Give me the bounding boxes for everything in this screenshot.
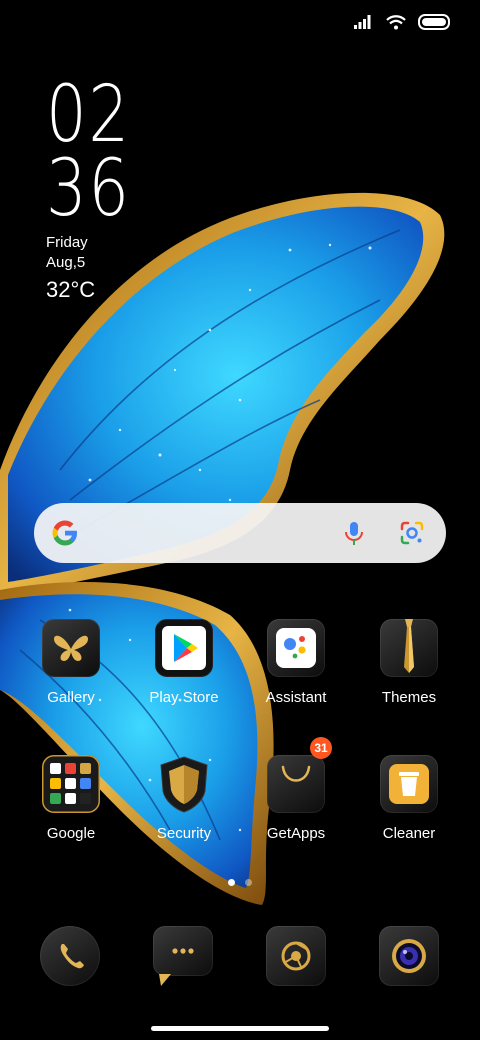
cellular-signal-icon — [354, 15, 371, 29]
home-screen: 02 36 Friday Aug,5 32°C Gallery Play Sto… — [0, 0, 480, 1040]
google-folder-icon — [42, 755, 100, 813]
wifi-icon — [386, 14, 406, 29]
page-dot-active[interactable] — [228, 879, 235, 886]
clock-date: Aug,5 — [46, 254, 86, 271]
butterfly-icon — [42, 619, 100, 677]
dock-camera[interactable] — [379, 926, 439, 986]
home-indicator[interactable] — [151, 1026, 329, 1031]
tie-icon — [380, 619, 438, 677]
app-label: Cleaner — [382, 825, 436, 842]
clock-day: Friday — [46, 234, 88, 251]
app-label: Gallery — [47, 689, 95, 706]
dock-browser[interactable] — [266, 926, 326, 986]
microphone-icon[interactable] — [340, 519, 368, 547]
app-getapps[interactable]: 31 GetApps — [246, 737, 346, 842]
clock-minute: 36 — [46, 144, 131, 234]
google-lens-icon[interactable] — [398, 519, 426, 547]
page-indicator — [228, 879, 252, 886]
app-label: Themes — [381, 689, 437, 706]
app-cleaner[interactable]: Cleaner — [359, 755, 459, 842]
app-label: Security — [156, 825, 212, 842]
play-store-icon — [155, 619, 213, 677]
notification-badge: 31 — [310, 737, 332, 759]
camera-icon — [379, 926, 439, 986]
assistant-icon — [267, 619, 325, 677]
app-themes[interactable]: Themes — [359, 619, 459, 706]
trash-icon — [380, 755, 438, 813]
dock-phone[interactable] — [40, 926, 100, 986]
battery-full-icon — [418, 14, 450, 30]
phone-icon — [40, 926, 100, 986]
app-label: GetApps — [266, 825, 326, 842]
app-assistant[interactable]: Assistant — [246, 619, 346, 706]
weather-temperature: 32°C — [46, 277, 96, 302]
google-search-bar[interactable] — [34, 503, 446, 563]
app-play-store[interactable]: Play Store — [134, 619, 234, 706]
message-tail — [159, 974, 171, 986]
app-security[interactable]: Security — [134, 755, 234, 842]
dock-messages[interactable] — [153, 926, 213, 986]
google-g-icon — [52, 520, 77, 546]
app-google-folder[interactable]: Google — [21, 755, 121, 842]
shopping-bag-icon — [267, 755, 325, 813]
app-label: Google — [46, 825, 96, 842]
page-dot[interactable] — [245, 879, 252, 886]
app-label: Play Store — [149, 689, 219, 706]
status-bar — [354, 14, 450, 30]
app-gallery[interactable]: Gallery — [21, 619, 121, 706]
browser-icon — [266, 926, 326, 986]
clock-hour: 02 — [46, 70, 131, 160]
clock-widget[interactable]: 02 36 Friday Aug,5 32°C — [46, 70, 149, 303]
messages-icon — [153, 926, 213, 976]
shield-icon — [155, 755, 213, 813]
app-label: Assistant — [265, 689, 327, 706]
